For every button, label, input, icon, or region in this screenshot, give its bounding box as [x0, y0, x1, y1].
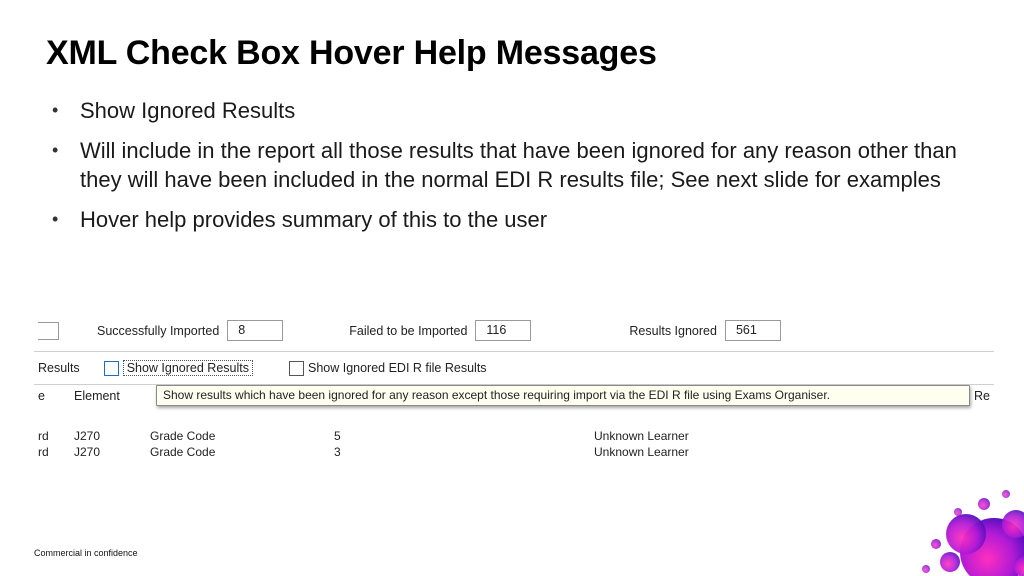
checkbox-icon [104, 361, 119, 376]
bullet-item: Show Ignored Results [80, 96, 974, 126]
col-header-fragment: Re [968, 389, 990, 403]
filter-row: Results Show Ignored Results Show Ignore… [34, 352, 994, 385]
bullet-item: Hover help provides summary of this to t… [80, 205, 974, 235]
bullet-dot: • [52, 96, 80, 126]
show-ignored-edi-checkbox[interactable]: Show Ignored EDI R file Results [289, 361, 487, 376]
page-number: 26 [992, 548, 1002, 558]
col-header-fragment: e [38, 389, 74, 403]
results-table: e Element Re Show results which have bee… [34, 385, 994, 460]
cell: J270 [74, 429, 150, 443]
show-ignored-checkbox[interactable]: Show Ignored Results [104, 360, 253, 376]
table-row: rd J270 Grade Code 3 Unknown Learner [34, 444, 994, 460]
stats-row: Successfully Imported 8 Failed to be Imp… [34, 314, 994, 352]
cell: 3 [334, 445, 594, 459]
bullet-item: Will include in the report all those res… [80, 136, 974, 195]
cell: Unknown Learner [594, 445, 990, 459]
cell: Grade Code [150, 445, 334, 459]
ignored-value: 561 [725, 320, 781, 341]
failed-value: 116 [475, 320, 531, 341]
bullet-dot: • [52, 205, 80, 235]
results-label: Results [38, 361, 80, 375]
bullet-list: • Show Ignored Results • Will include in… [52, 96, 974, 245]
cell: J270 [74, 445, 150, 459]
imported-label: Successfully Imported [97, 324, 219, 338]
cell: 5 [334, 429, 594, 443]
paint-splash-decoration [896, 474, 1024, 576]
show-ignored-label: Show Ignored Results [123, 360, 253, 376]
imported-value: 8 [227, 320, 283, 341]
col-header-element: Element [74, 389, 134, 403]
checkbox-stub[interactable] [38, 322, 59, 340]
cell: rd [38, 429, 74, 443]
show-ignored-edi-label: Show Ignored EDI R file Results [308, 361, 487, 375]
slide-title: XML Check Box Hover Help Messages [46, 34, 657, 73]
embedded-screenshot: Successfully Imported 8 Failed to be Imp… [34, 314, 994, 474]
table-row: rd J270 Grade Code 5 Unknown Learner [34, 428, 994, 444]
footer-confidentiality: Commercial in confidence [34, 548, 138, 558]
bullet-dot: • [52, 136, 80, 195]
ignored-label: Results Ignored [629, 324, 717, 338]
cell: Unknown Learner [594, 429, 990, 443]
cell: rd [38, 445, 74, 459]
failed-label: Failed to be Imported [349, 324, 467, 338]
hover-tooltip: Show results which have been ignored for… [156, 385, 970, 406]
cell: Grade Code [150, 429, 334, 443]
checkbox-icon [289, 361, 304, 376]
